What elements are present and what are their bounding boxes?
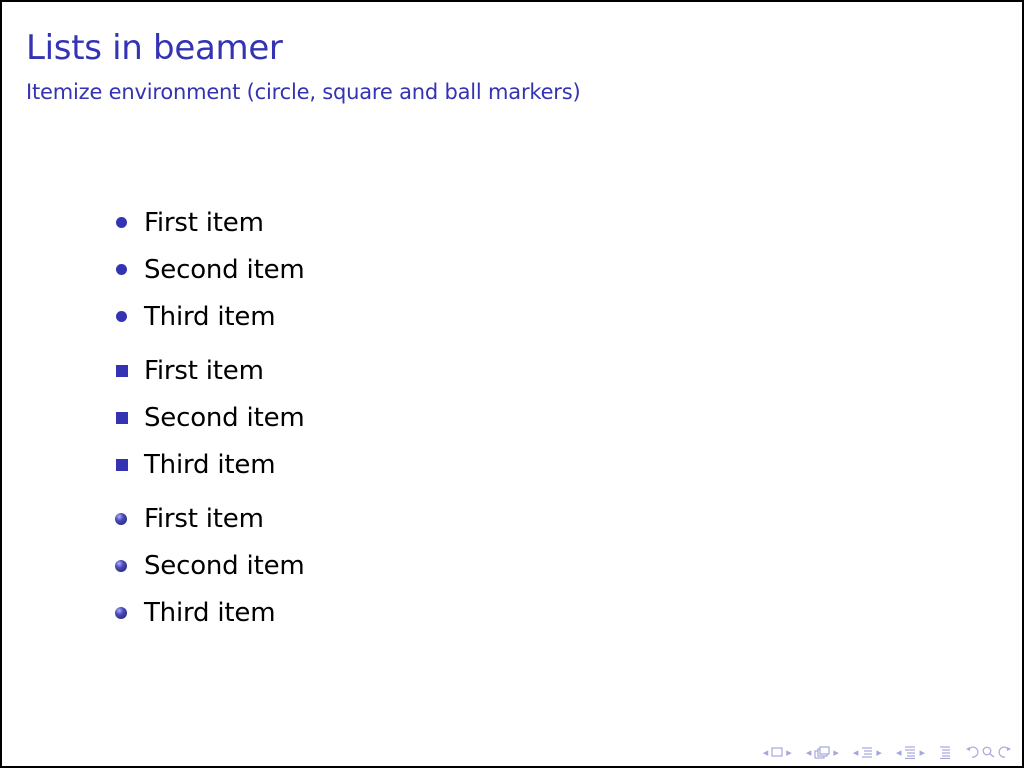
- list-item: First item: [112, 347, 305, 394]
- ball-marker-list: First item Second item Third item: [112, 495, 305, 636]
- list-item-text: Third item: [144, 301, 276, 332]
- circle-bullet-icon: [116, 217, 127, 228]
- list-item: Second item: [112, 542, 305, 589]
- ball-bullet-icon: [115, 559, 127, 572]
- ball-bullet-icon: [115, 606, 127, 619]
- square-marker-list: First item Second item Third item: [112, 347, 305, 488]
- list-item-text: Second item: [144, 402, 305, 433]
- square-bullet-icon: [116, 458, 128, 471]
- list-item: First item: [112, 199, 305, 246]
- next-subsection-arrow-icon[interactable]: ▸: [833, 746, 839, 759]
- frame-navigation: ◂ ▸: [763, 746, 792, 759]
- frame-nav-icon[interactable]: [771, 747, 783, 757]
- circle-bullet-icon: [116, 264, 127, 275]
- subsection-nav-icon[interactable]: [814, 745, 830, 759]
- previous-subsection-arrow-icon[interactable]: ◂: [806, 746, 812, 759]
- list-item: Third item: [112, 293, 305, 340]
- list-item: Third item: [112, 589, 305, 636]
- next-subsection-list-arrow-icon[interactable]: ▸: [919, 746, 925, 759]
- navigation-bar: ◂ ▸ ◂ ▸ ◂ ▸ ◂ ▸: [763, 744, 1012, 760]
- list-item: Third item: [112, 441, 305, 488]
- slide: Lists in beamer Itemize environment (cir…: [0, 0, 1024, 768]
- list-item-text: First item: [144, 207, 264, 238]
- square-bullet-icon: [116, 411, 128, 424]
- list-item-text: Second item: [144, 550, 305, 581]
- list-item: Second item: [112, 394, 305, 441]
- list-item: First item: [112, 495, 305, 542]
- next-frame-arrow-icon[interactable]: ▸: [786, 746, 792, 759]
- previous-section-arrow-icon[interactable]: ◂: [853, 746, 859, 759]
- subsection-list-icon[interactable]: [904, 745, 916, 759]
- list-item: Second item: [112, 246, 305, 293]
- ball-bullet-icon: [115, 512, 127, 525]
- document-navigation: [939, 745, 951, 759]
- circle-bullet-icon: [116, 311, 127, 322]
- list-item-text: First item: [144, 355, 264, 386]
- previous-frame-arrow-icon[interactable]: ◂: [763, 746, 769, 759]
- square-bullet-icon: [116, 364, 128, 377]
- document-nav-icon[interactable]: [939, 745, 951, 759]
- section-navigation: ◂ ▸: [853, 746, 882, 759]
- back-icon[interactable]: [965, 746, 979, 758]
- previous-subsection-list-arrow-icon[interactable]: ◂: [896, 746, 902, 759]
- search-navigation: [965, 746, 1012, 758]
- subsection-list-navigation: ◂ ▸: [896, 746, 925, 759]
- list-item-text: Third item: [144, 449, 276, 480]
- next-section-arrow-icon[interactable]: ▸: [876, 746, 882, 759]
- search-icon[interactable]: [982, 746, 995, 758]
- section-nav-icon[interactable]: [861, 746, 873, 758]
- list-item-text: Third item: [144, 597, 276, 628]
- frame-title: Lists in beamer: [26, 28, 283, 68]
- list-item-text: First item: [144, 503, 264, 534]
- circle-marker-list: First item Second item Third item: [112, 199, 305, 340]
- forward-icon[interactable]: [998, 746, 1012, 758]
- list-item-text: Second item: [144, 254, 305, 285]
- frame-subtitle: Itemize environment (circle, square and …: [26, 80, 581, 104]
- subsection-navigation: ◂ ▸: [806, 746, 839, 759]
